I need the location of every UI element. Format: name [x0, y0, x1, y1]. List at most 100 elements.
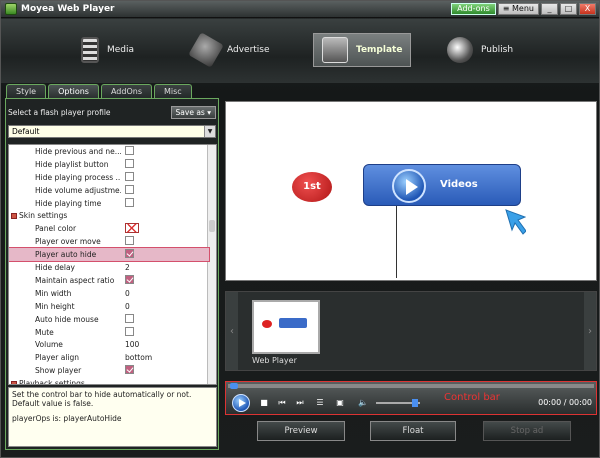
- nav-advertise-label: Advertise: [227, 45, 270, 55]
- property-name: Player over move: [35, 237, 101, 247]
- property-section[interactable]: Playback settings: [9, 377, 209, 384]
- playlist-icon[interactable]: ☰: [316, 399, 324, 407]
- title-controls: Add-ons ≡ Menu _ □ X: [451, 3, 599, 15]
- property-checkbox[interactable]: [125, 184, 134, 194]
- save-as-button[interactable]: Save as ▾: [170, 105, 216, 119]
- property-value[interactable]: [125, 236, 134, 247]
- tab-options[interactable]: Options: [48, 84, 99, 98]
- property-value[interactable]: [125, 184, 134, 196]
- preview-button[interactable]: Preview: [257, 421, 345, 441]
- property-row[interactable]: Maintain aspect ratio: [9, 274, 209, 287]
- property-value[interactable]: [125, 197, 134, 209]
- nav-media[interactable]: Media: [81, 33, 134, 67]
- minimize-button[interactable]: _: [541, 3, 558, 15]
- property-grid[interactable]: Hide previous and ne... Hide playlist but…: [8, 144, 217, 385]
- property-value[interactable]: 2: [125, 263, 130, 272]
- property-row[interactable]: Player align bottom: [9, 351, 209, 364]
- close-button[interactable]: X: [579, 3, 596, 15]
- property-row[interactable]: Mute: [9, 326, 209, 339]
- property-value[interactable]: [125, 145, 134, 157]
- mini-badge: [262, 320, 272, 328]
- menu-button-label: Menu: [512, 4, 534, 13]
- property-value[interactable]: [125, 249, 134, 260]
- app-logo-icon: [5, 3, 17, 15]
- fullscreen-icon[interactable]: ▣: [336, 399, 344, 407]
- property-value[interactable]: 0: [125, 289, 130, 298]
- property-row[interactable]: Hide playing time: [9, 197, 209, 210]
- property-name: Volume: [35, 340, 63, 350]
- addons-button[interactable]: Add-ons: [451, 3, 496, 15]
- property-value[interactable]: [125, 326, 134, 338]
- tab-misc[interactable]: Misc: [154, 84, 192, 98]
- property-row[interactable]: Volume 100: [9, 339, 209, 352]
- property-name: Hide previous and ne...: [35, 146, 121, 156]
- next-icon[interactable]: ⏭: [296, 399, 304, 407]
- seek-bar[interactable]: [228, 383, 594, 389]
- template-icon: [322, 37, 348, 63]
- property-checkbox[interactable]: [125, 145, 134, 155]
- template-thumbnail-label: Web Player: [252, 356, 297, 365]
- property-row[interactable]: Player over move: [9, 235, 209, 248]
- property-row[interactable]: Min width 0: [9, 287, 209, 300]
- property-checkbox[interactable]: [125, 365, 134, 375]
- tab-style[interactable]: Style: [6, 84, 47, 98]
- float-button[interactable]: Float: [370, 421, 456, 441]
- videos-button: Videos: [363, 164, 521, 206]
- collapse-toggle-icon[interactable]: [11, 380, 17, 384]
- menu-button[interactable]: ≡ Menu: [497, 3, 539, 15]
- property-value[interactable]: [125, 365, 134, 376]
- property-row[interactable]: Show player: [9, 364, 209, 377]
- strip-left-arrow[interactable]: ‹: [226, 292, 238, 370]
- property-row[interactable]: Min height 0: [9, 300, 209, 313]
- preview-divider-line: [396, 206, 397, 278]
- play-button[interactable]: [232, 394, 250, 412]
- property-row[interactable]: Panel color: [9, 222, 209, 235]
- nav-advertise[interactable]: Advertise: [188, 32, 270, 68]
- property-checkbox[interactable]: [125, 274, 134, 284]
- profile-select[interactable]: Default ▼: [8, 125, 216, 138]
- property-value[interactable]: [125, 313, 134, 325]
- property-checkbox[interactable]: [125, 326, 134, 336]
- tab-addons[interactable]: AddOns: [100, 84, 152, 98]
- property-checkbox[interactable]: [125, 236, 134, 246]
- property-checkbox[interactable]: [125, 158, 134, 168]
- property-checkbox[interactable]: [125, 313, 134, 323]
- scrollbar-thumb[interactable]: [209, 220, 215, 232]
- previous-icon[interactable]: ⏮: [278, 399, 286, 407]
- nav-template[interactable]: Template: [313, 33, 412, 67]
- property-name: Hide playlist button: [35, 159, 109, 169]
- template-thumbnail[interactable]: [252, 300, 320, 354]
- property-row[interactable]: Hide volume adjustme...: [9, 184, 209, 197]
- stop-ad-button[interactable]: Stop ad: [483, 421, 571, 441]
- property-row[interactable]: Hide playlist button: [9, 158, 209, 171]
- volume-icon[interactable]: 🔈: [358, 399, 368, 407]
- property-value[interactable]: [125, 158, 134, 170]
- property-checkbox[interactable]: [125, 197, 134, 207]
- volume-knob[interactable]: [412, 399, 418, 407]
- property-name: Min width: [35, 288, 72, 298]
- property-checkbox[interactable]: [125, 249, 134, 259]
- mini-videos-button: [279, 318, 307, 328]
- seek-knob[interactable]: [230, 383, 238, 389]
- description-text: Set the control bar to hide automaticall…: [12, 390, 192, 408]
- nav-publish[interactable]: Publish: [447, 33, 513, 67]
- restore-button[interactable]: □: [560, 3, 577, 15]
- property-section[interactable]: Skin settings: [9, 210, 209, 223]
- color-swatch[interactable]: [125, 222, 139, 233]
- property-value[interactable]: 100: [125, 340, 139, 349]
- strip-right-arrow[interactable]: ›: [584, 292, 596, 370]
- title-bar: Moyea Web Player Add-ons ≡ Menu _ □ X: [1, 1, 599, 18]
- property-row[interactable]: Auto hide mouse: [9, 313, 209, 326]
- property-row[interactable]: Hide delay 2: [9, 261, 209, 274]
- property-value[interactable]: 0: [125, 302, 130, 311]
- property-value[interactable]: bottom: [125, 353, 152, 362]
- property-value[interactable]: [125, 274, 134, 286]
- property-value[interactable]: [125, 171, 134, 183]
- property-checkbox[interactable]: [125, 171, 134, 181]
- property-row[interactable]: Hide previous and ne...: [9, 145, 209, 158]
- property-value[interactable]: [125, 222, 139, 235]
- property-row[interactable]: Player auto hide: [9, 247, 210, 263]
- collapse-toggle-icon[interactable]: [11, 212, 17, 219]
- property-row[interactable]: Hide playing process ...: [9, 171, 209, 184]
- stop-icon[interactable]: ■: [260, 399, 268, 407]
